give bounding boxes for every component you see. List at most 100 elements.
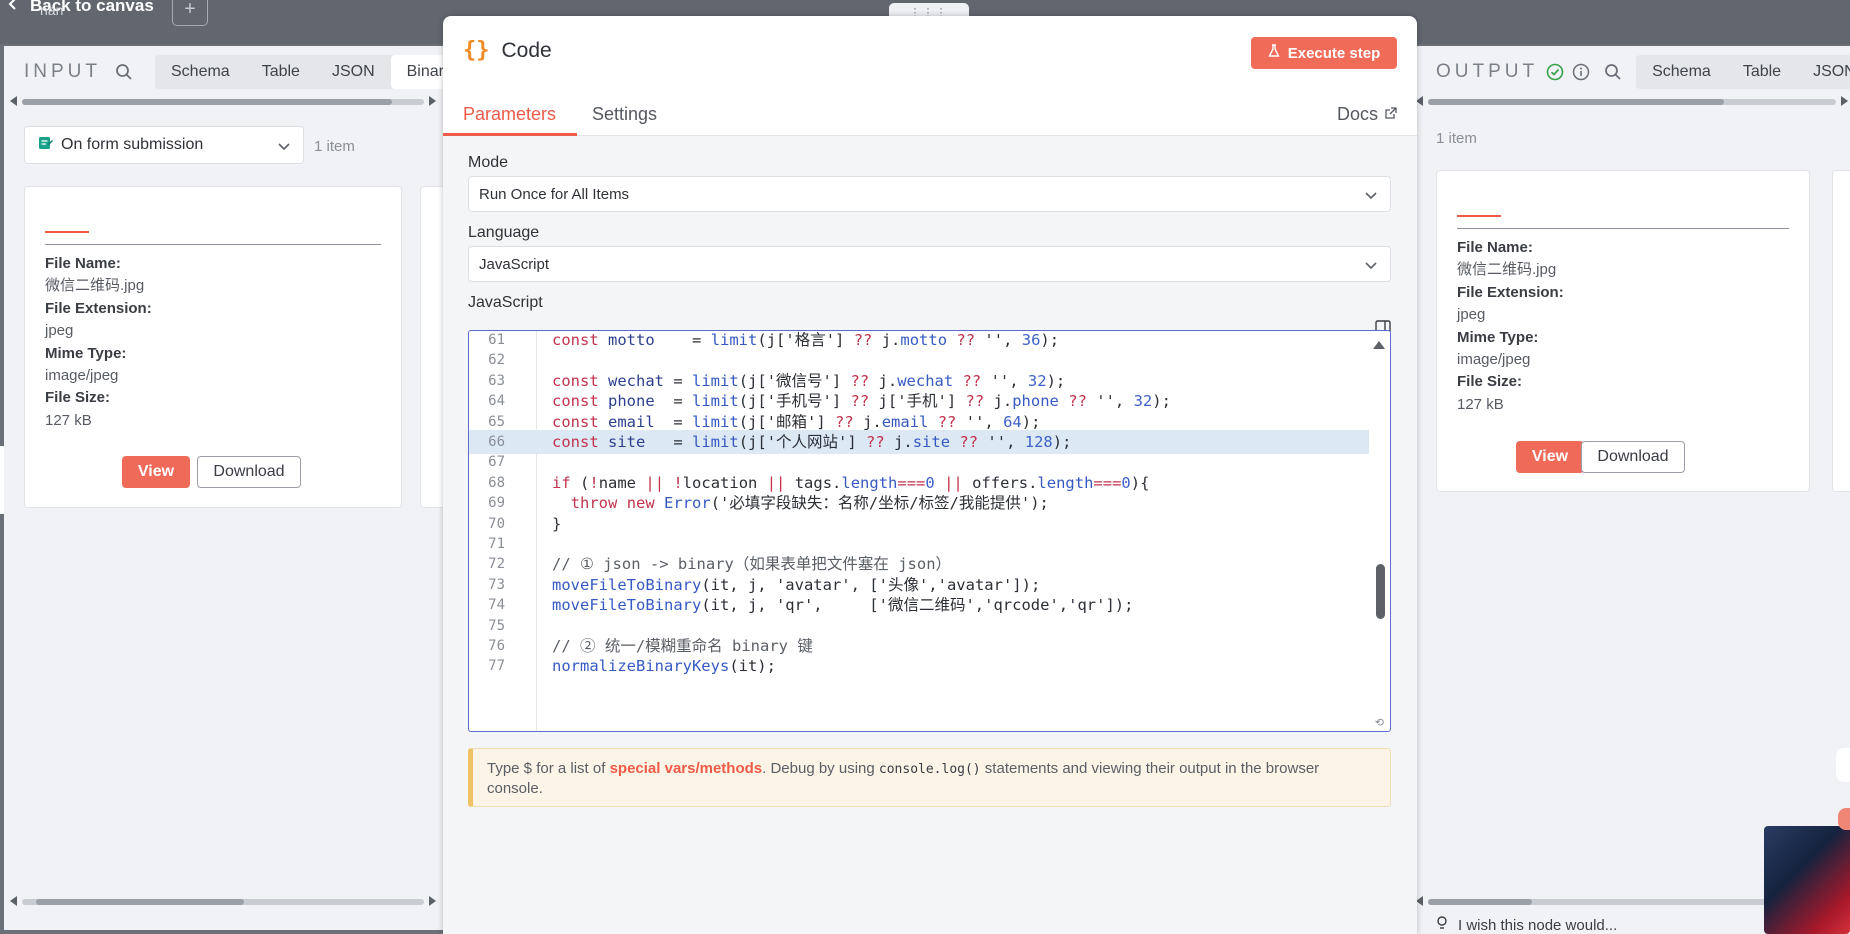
scroll-up-arrow-icon[interactable] [1373,341,1385,349]
feedback-text: I wish this node would... [1458,916,1618,934]
language-value: JavaScript [479,255,550,273]
field-value: 127 kB [1457,395,1504,413]
input-bottom-scrollbar[interactable] [8,896,438,908]
output-top-scrollbar[interactable] [1414,96,1850,108]
input-items-count: 1 item [314,138,355,155]
card-divider [45,244,381,245]
back-to-canvas-link[interactable]: Back to canvas [6,0,154,16]
field-key: File Extension: [1457,283,1564,301]
output-view-tabs: Schema Table JSON [1636,55,1850,89]
output-binary-card-partial [1832,170,1850,492]
side-tab-handle[interactable] [1838,808,1850,830]
input-panel: INPUT Schema Table JSON Binary On form s… [4,46,468,930]
file-fields: File Name: 微信二维码.jpg File Extension: jpe… [1457,237,1564,416]
add-node-button[interactable]: + [172,0,208,26]
editor-label: JavaScript [468,294,543,311]
scroll-left-arrow-icon[interactable] [1416,896,1423,906]
hint-text-pre: Type $ for a list of [487,760,610,777]
execute-step-button[interactable]: Execute step [1251,37,1397,69]
output-panel-title: OUTPUT [1436,61,1539,82]
code-line[interactable]: 77 normalizeBinaryKeys(it); [469,654,1369,678]
field-key: File Name: [45,255,121,272]
field-value: image/jpeg [1457,351,1531,369]
scroll-left-arrow-icon[interactable] [10,96,17,106]
field-value: jpeg [1457,306,1486,324]
modal-title: Code [501,38,552,62]
search-icon[interactable] [1604,61,1622,83]
field-key: Mime Type: [1457,328,1539,346]
mode-value: Run Once for All Items [479,185,630,203]
modal-tabs: Parameters Settings Docs [443,86,1417,136]
scroll-right-arrow-icon[interactable] [429,96,436,106]
output-panel: OUTPUT Schema Table JSON 1 item File Nam… [1416,46,1850,930]
workflow-name: nan [40,2,64,18]
card-accent [1457,215,1501,217]
language-select[interactable]: JavaScript [468,246,1391,282]
card-divider [1457,228,1789,229]
field-key: Mime Type: [45,344,127,362]
scroll-left-arrow-icon[interactable] [1416,96,1423,106]
tab-schema[interactable]: Schema [1636,55,1727,89]
line-number: 77 [488,658,505,675]
code-braces-icon: {} [463,38,490,63]
view-button[interactable]: View [1516,441,1584,473]
back-arrow-icon [6,0,20,16]
info-icon[interactable] [1572,61,1590,83]
field-key: File Name: [1457,239,1533,256]
code-hint-notice: Type $ for a list of special vars/method… [468,748,1391,807]
field-value: image/jpeg [45,367,119,385]
tab-table[interactable]: Table [246,55,316,89]
tab-settings[interactable]: Settings [592,104,657,125]
mode-select[interactable]: Run Once for All Items [468,176,1391,212]
side-tab-handle[interactable] [1836,748,1850,782]
field-value: 微信二维码.jpg [45,277,145,295]
card-accent [45,231,89,233]
input-node-select[interactable]: On form submission [24,126,304,164]
code-node-modal: {} Code Execute step Parameters Settings… [443,16,1417,934]
download-button[interactable]: Download [197,456,301,488]
chevron-down-icon [1364,188,1378,205]
code-text: normalizeBinaryKeys(it); [552,657,776,676]
docs-link[interactable]: Docs [1337,104,1397,125]
chevron-down-icon [1364,258,1378,275]
external-link-icon [1384,104,1397,125]
field-value: 127 kB [45,411,92,429]
scroll-right-arrow-icon[interactable] [429,896,436,906]
language-label: Language [468,224,540,241]
chevron-down-icon [277,139,291,157]
input-view-tabs: Schema Table JSON Binary [155,55,468,89]
tab-schema[interactable]: Schema [155,55,246,89]
mode-label: Mode [468,154,509,171]
form-icon [37,135,53,156]
field-value: 微信二维码.jpg [1457,261,1557,279]
tab-json[interactable]: JSON [1797,55,1850,89]
success-check-icon [1546,61,1564,83]
input-top-scrollbar[interactable] [8,96,438,108]
editor-scrollbar[interactable] [1374,335,1386,725]
tab-table[interactable]: Table [1727,55,1797,89]
editor-scroll-thumb[interactable] [1376,564,1385,619]
hint-text-mid: . Debug by using [762,760,879,777]
tab-json[interactable]: JSON [316,55,391,89]
lightbulb-icon [1436,916,1448,934]
parameters-body: Mode Run Once for All Items Language Jav… [443,136,1417,934]
code-editor[interactable]: 61 const motto = limit(j['格言'] ?? j.motto… [468,330,1391,732]
scroll-left-arrow-icon[interactable] [10,896,17,906]
hint-code: console.log() [878,762,981,777]
flask-icon [1268,44,1280,62]
scroll-right-arrow-icon[interactable] [1841,96,1848,106]
tab-parameters[interactable]: Parameters [463,104,556,125]
output-binary-card: File Name: 微信二维码.jpg File Extension: jpe… [1436,170,1810,492]
execute-step-label: Execute step [1287,44,1381,62]
field-key: File Size: [45,389,111,407]
view-button[interactable]: View [122,456,190,488]
download-button[interactable]: Download [1581,441,1685,473]
resize-handle-icon[interactable]: ⟲ [1375,716,1384,729]
field-value: jpeg [45,322,74,340]
file-fields: File Name: 微信二维码.jpg File Extension: jpe… [45,253,152,432]
special-vars-link[interactable]: special vars/methods [610,760,763,777]
input-panel-title: INPUT [24,61,101,82]
input-binary-card: File Name: 微信二维码.jpg File Extension: jpe… [24,186,402,508]
search-icon[interactable] [115,61,133,83]
input-node-name: On form submission [61,136,204,153]
